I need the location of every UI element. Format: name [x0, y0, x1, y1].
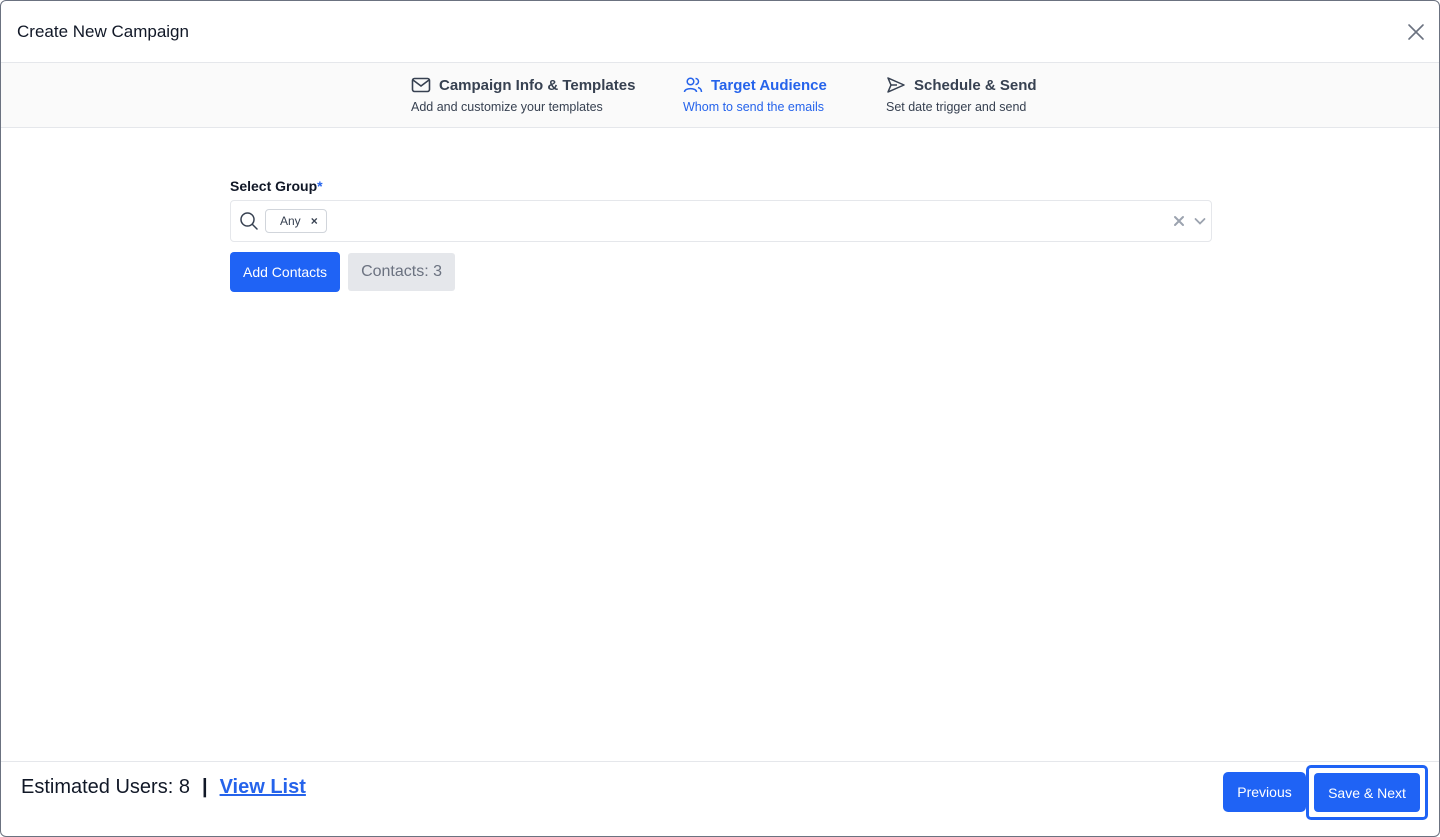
chevron-down-icon[interactable] — [1193, 214, 1207, 228]
estimated-users-text: Estimated Users: 8 — [21, 776, 190, 798]
step-schedule-send[interactable]: Schedule & Send Set date trigger and sen… — [886, 75, 1037, 115]
required-mark: * — [317, 178, 323, 194]
close-icon[interactable] — [1407, 23, 1425, 41]
separator: | — [201, 776, 208, 798]
form-actions: Add Contacts Contacts: 3 — [230, 252, 1212, 292]
modal-header: Create New Campaign — [1, 1, 1439, 63]
select-group-label-text: Select Group — [230, 178, 318, 194]
mail-icon — [411, 75, 431, 95]
step-subtitle: Add and customize your templates — [411, 100, 603, 114]
chip-label: Any — [280, 214, 301, 228]
modal-title: Create New Campaign — [17, 22, 189, 41]
group-select[interactable]: Any × — [230, 200, 1212, 242]
search-icon — [239, 211, 259, 231]
modal-footer: Estimated Users: 8 | View List Previous … — [1, 761, 1439, 836]
previous-button[interactable]: Previous — [1223, 772, 1306, 812]
estimated-users: Estimated Users: 8 | View List — [21, 776, 306, 799]
step-subtitle: Set date trigger and send — [886, 100, 1027, 114]
contacts-count-badge: Contacts: 3 — [348, 253, 455, 291]
step-target-audience[interactable]: Target Audience Whom to send the emails — [683, 75, 827, 115]
step-subtitle: Whom to send the emails — [683, 100, 825, 114]
view-list-link[interactable]: View List — [220, 776, 306, 799]
stepper: Campaign Info & Templates Add and custom… — [1, 63, 1439, 128]
target-audience-form: Select Group* Any × Add Contacts Contact… — [230, 178, 1212, 292]
create-campaign-modal: Create New Campaign Campaign Info & Temp… — [0, 0, 1440, 837]
send-icon — [886, 75, 906, 95]
save-next-button[interactable]: Save & Next — [1314, 773, 1420, 812]
add-contacts-button[interactable]: Add Contacts — [230, 252, 341, 292]
selected-group-chip: Any × — [265, 209, 327, 233]
step-title: Campaign Info & Templates — [439, 76, 636, 94]
step-title: Target Audience — [711, 76, 827, 94]
step-title: Schedule & Send — [914, 76, 1037, 94]
select-group-label: Select Group* — [230, 178, 1212, 194]
clear-selection-icon[interactable] — [1172, 214, 1186, 228]
save-next-focus-ring: Save & Next — [1306, 765, 1428, 820]
step-campaign-info[interactable]: Campaign Info & Templates Add and custom… — [411, 75, 636, 115]
chip-remove-icon[interactable]: × — [311, 214, 318, 228]
users-icon — [683, 75, 703, 95]
